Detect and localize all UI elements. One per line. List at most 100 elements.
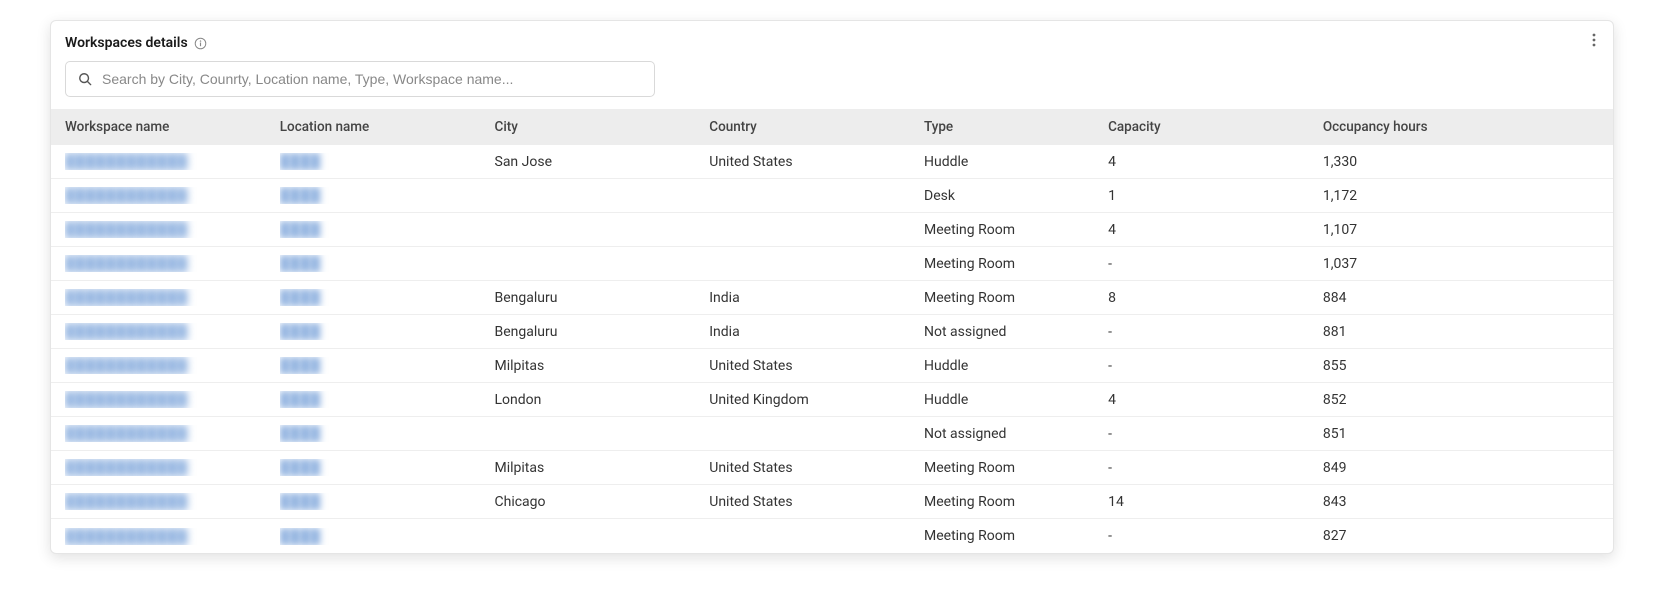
cell-occupancy: 1,172 [1323, 188, 1538, 204]
cell-location: ████ [280, 187, 495, 204]
cell-type: Desk [924, 188, 1108, 204]
cell-workspace: ████████████ [65, 357, 280, 374]
cell-location: ████ [280, 391, 495, 408]
cell-city: Bengaluru [495, 290, 710, 306]
workspaces-details-card: Workspaces details Workspace name Locati… [50, 20, 1614, 554]
table-row[interactable]: ████████████████MilpitasUnited StatesMee… [51, 451, 1613, 485]
cell-capacity: 4 [1108, 222, 1323, 238]
cell-workspace: ████████████ [65, 255, 280, 272]
info-icon[interactable] [194, 36, 208, 50]
cell-occupancy: 1,330 [1323, 154, 1538, 170]
cell-location: ████ [280, 459, 495, 476]
card-header: Workspaces details [51, 35, 1613, 61]
cell-occupancy: 843 [1323, 494, 1538, 510]
table-body: ████████████████San JoseUnited StatesHud… [51, 145, 1613, 553]
col-header-workspace[interactable]: Workspace name [65, 119, 280, 135]
cell-type: Huddle [924, 358, 1108, 374]
cell-country: India [709, 324, 924, 340]
cell-occupancy: 855 [1323, 358, 1538, 374]
cell-country: United Kingdom [709, 392, 924, 408]
cell-location: ████ [280, 221, 495, 238]
cell-workspace: ████████████ [65, 391, 280, 408]
cell-city: San Jose [495, 154, 710, 170]
cell-location: ████ [280, 289, 495, 306]
table-row[interactable]: ████████████████ Meeting Room-827 [51, 519, 1613, 553]
cell-workspace: ████████████ [65, 187, 280, 204]
table-row[interactable]: ████████████████ Desk11,172 [51, 179, 1613, 213]
cell-capacity: 14 [1108, 494, 1323, 510]
cell-occupancy: 827 [1323, 528, 1538, 544]
cell-country: United States [709, 494, 924, 510]
cell-location: ████ [280, 357, 495, 374]
search-input[interactable] [102, 71, 642, 87]
cell-capacity: 4 [1108, 392, 1323, 408]
workspaces-table: Workspace name Location name City Countr… [51, 109, 1613, 553]
cell-occupancy: 851 [1323, 426, 1538, 442]
cell-occupancy: 1,037 [1323, 256, 1538, 272]
cell-city: Milpitas [495, 460, 710, 476]
cell-type: Huddle [924, 154, 1108, 170]
cell-occupancy: 881 [1323, 324, 1538, 340]
card-title: Workspaces details [65, 35, 188, 51]
col-header-capacity[interactable]: Capacity [1108, 119, 1323, 135]
cell-type: Meeting Room [924, 494, 1108, 510]
col-header-type[interactable]: Type [924, 119, 1108, 135]
cell-workspace: ████████████ [65, 528, 280, 545]
cell-occupancy: 852 [1323, 392, 1538, 408]
cell-capacity: - [1108, 528, 1323, 544]
cell-workspace: ████████████ [65, 493, 280, 510]
search-wrap [51, 61, 1613, 109]
search-icon [78, 72, 92, 86]
cell-type: Meeting Room [924, 256, 1108, 272]
cell-capacity: - [1108, 426, 1323, 442]
col-header-occupancy[interactable]: Occupancy hours [1323, 119, 1538, 135]
cell-city: Bengaluru [495, 324, 710, 340]
cell-capacity: - [1108, 358, 1323, 374]
cell-capacity: 8 [1108, 290, 1323, 306]
table-row[interactable]: ████████████████BengaluruIndiaNot assign… [51, 315, 1613, 349]
table-row[interactable]: ████████████████ Meeting Room-1,037 [51, 247, 1613, 281]
cell-type: Meeting Room [924, 222, 1108, 238]
cell-workspace: ████████████ [65, 425, 280, 442]
cell-city: Milpitas [495, 358, 710, 374]
cell-type: Huddle [924, 392, 1108, 408]
table-row[interactable]: ████████████████MilpitasUnited StatesHud… [51, 349, 1613, 383]
col-header-country[interactable]: Country [709, 119, 924, 135]
cell-occupancy: 849 [1323, 460, 1538, 476]
cell-location: ████ [280, 255, 495, 272]
cell-workspace: ████████████ [65, 153, 280, 170]
table-row[interactable]: ████████████████BengaluruIndiaMeeting Ro… [51, 281, 1613, 315]
more-options-button[interactable] [1585, 31, 1603, 49]
cell-type: Meeting Room [924, 528, 1108, 544]
cell-location: ████ [280, 153, 495, 170]
cell-workspace: ████████████ [65, 289, 280, 306]
cell-city: London [495, 392, 710, 408]
cell-location: ████ [280, 528, 495, 545]
cell-country: United States [709, 460, 924, 476]
cell-country: India [709, 290, 924, 306]
cell-capacity: - [1108, 324, 1323, 340]
cell-workspace: ████████████ [65, 459, 280, 476]
table-row[interactable]: ████████████████San JoseUnited StatesHud… [51, 145, 1613, 179]
cell-location: ████ [280, 425, 495, 442]
cell-type: Not assigned [924, 324, 1108, 340]
cell-type: Meeting Room [924, 290, 1108, 306]
cell-location: ████ [280, 493, 495, 510]
cell-type: Meeting Room [924, 460, 1108, 476]
search-box[interactable] [65, 61, 655, 97]
cell-occupancy: 1,107 [1323, 222, 1538, 238]
col-header-city[interactable]: City [495, 119, 710, 135]
table-row[interactable]: ████████████████LondonUnited KingdomHudd… [51, 383, 1613, 417]
cell-location: ████ [280, 323, 495, 340]
table-row[interactable]: ████████████████Meeting Room41,107 [51, 213, 1613, 247]
cell-workspace: ████████████ [65, 323, 280, 340]
cell-capacity: 1 [1108, 188, 1323, 204]
cell-occupancy: 884 [1323, 290, 1538, 306]
cell-capacity: 4 [1108, 154, 1323, 170]
cell-country: United States [709, 358, 924, 374]
cell-capacity: - [1108, 256, 1323, 272]
col-header-location[interactable]: Location name [280, 119, 495, 135]
cell-city: Chicago [495, 494, 710, 510]
table-row[interactable]: ████████████████ChicagoUnited StatesMeet… [51, 485, 1613, 519]
table-row[interactable]: ████████████████Not assigned-851 [51, 417, 1613, 451]
